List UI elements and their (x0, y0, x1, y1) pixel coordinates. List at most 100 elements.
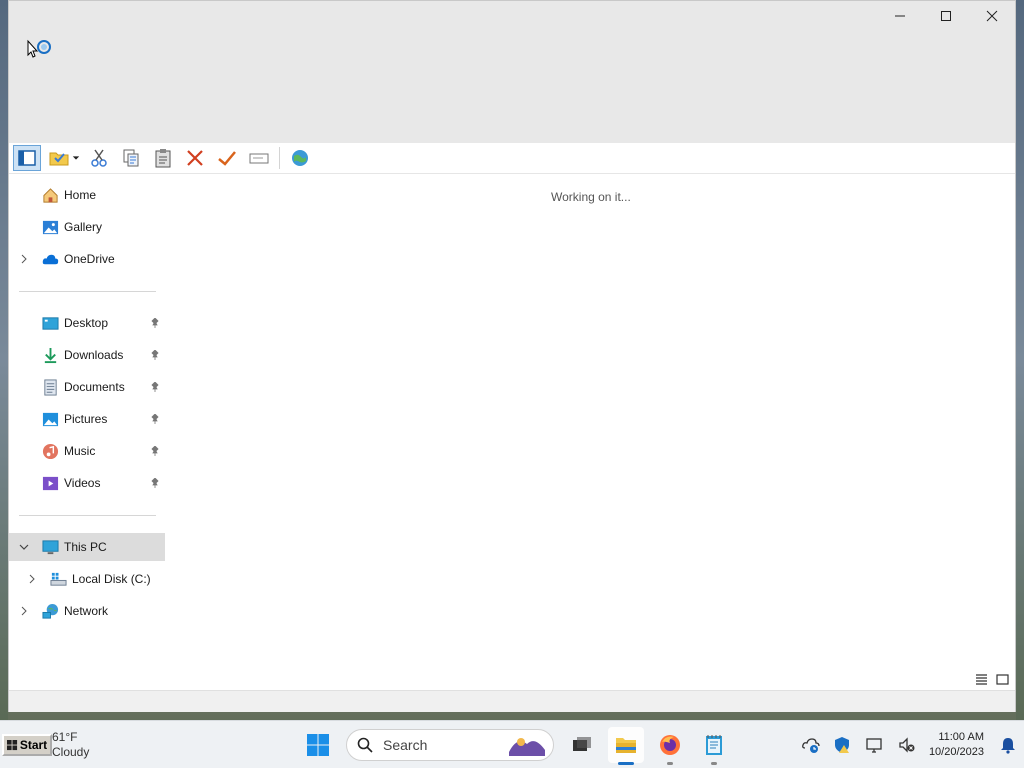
nav-item-label: Music (64, 444, 96, 458)
speaker-muted-icon (899, 737, 915, 753)
new-folder-button[interactable] (45, 145, 73, 171)
content-area: Home Gallery OneDrive Desktop Downloads (9, 174, 1015, 690)
copy-icon (123, 149, 139, 167)
loading-status: Working on it... (551, 190, 631, 204)
firefox-taskbar-button[interactable] (652, 727, 688, 765)
search-icon (357, 737, 373, 753)
weather-temp: 61°F (52, 730, 78, 744)
nav-item-music[interactable]: Music (9, 437, 165, 465)
window-controls (877, 1, 1015, 31)
delete-icon (187, 150, 203, 166)
nav-item-gallery[interactable]: Gallery (9, 213, 165, 241)
windows-start-button[interactable] (300, 727, 336, 763)
notepad-icon (706, 735, 722, 755)
nav-item-home[interactable]: Home (9, 181, 165, 209)
rename-icon (249, 153, 269, 164)
checkmark-icon (218, 151, 236, 166)
display-tray-button[interactable] (863, 733, 887, 757)
large-icons-view-icon[interactable] (996, 673, 1009, 686)
chevron-right-icon[interactable] (19, 606, 29, 616)
nav-item-label: This PC (64, 540, 107, 554)
properties-button[interactable] (213, 145, 241, 171)
toolbar-separator (279, 147, 280, 169)
maximize-button[interactable] (923, 1, 969, 31)
windows-logo-icon (6, 739, 17, 750)
search-highlight-icon (509, 734, 545, 756)
nav-item-local-disk[interactable]: Local Disk (C:) (9, 565, 165, 593)
pin-icon (151, 350, 159, 360)
maximize-icon (941, 11, 951, 21)
close-icon (986, 10, 998, 22)
title-bar (9, 1, 1015, 143)
chevron-right-icon[interactable] (27, 574, 37, 584)
copy-button[interactable] (117, 145, 145, 171)
gallery-icon (42, 220, 59, 234)
nav-item-documents[interactable]: Documents (9, 373, 165, 401)
file-list-pane[interactable]: Working on it... (165, 174, 1015, 690)
cut-button[interactable] (85, 145, 113, 171)
clock-time: 11:00 AM (938, 731, 984, 743)
running-indicator (618, 762, 634, 765)
file-explorer-taskbar-button[interactable] (608, 727, 644, 765)
security-tray-button[interactable] (831, 733, 855, 757)
chevron-right-icon[interactable] (19, 254, 29, 264)
nav-item-label: Videos (64, 476, 101, 490)
navigation-pane-icon (18, 150, 36, 166)
nav-item-onedrive[interactable]: OneDrive (9, 245, 165, 273)
nav-item-this-pc[interactable]: This PC (9, 533, 165, 561)
onedrive-icon (42, 254, 59, 264)
nav-item-label: Desktop (64, 316, 109, 330)
nav-item-label: Pictures (64, 412, 108, 426)
status-bar (9, 690, 1015, 712)
pin-icon (151, 414, 159, 424)
minimize-button[interactable] (877, 1, 923, 31)
search-label: Search (383, 737, 428, 753)
new-folder-icon (49, 152, 69, 166)
view-switcher (975, 673, 1009, 686)
rename-button[interactable] (245, 145, 273, 171)
navigation-pane: Home Gallery OneDrive Desktop Downloads (9, 174, 165, 690)
notifications-button[interactable] (996, 733, 1020, 757)
system-tray: 11:00 AM 10/20/2023 (795, 721, 1024, 768)
nav-item-downloads[interactable]: Downloads (9, 341, 165, 369)
volume-tray-button[interactable] (895, 733, 919, 757)
details-view-icon[interactable] (975, 673, 988, 686)
music-icon (42, 443, 59, 459)
windows-logo-icon (307, 734, 329, 756)
start-button[interactable]: Start (2, 734, 52, 756)
paste-button[interactable] (149, 145, 177, 171)
nav-item-desktop[interactable]: Desktop (9, 309, 165, 337)
nav-divider (19, 515, 156, 516)
nav-item-label: OneDrive (64, 252, 115, 266)
folder-icon (616, 738, 636, 753)
desktop-background-left (0, 0, 8, 720)
globe-button[interactable] (286, 145, 314, 171)
command-toolbar (9, 143, 1015, 174)
clipboard-icon (155, 149, 171, 168)
navigation-pane-button[interactable] (13, 145, 41, 171)
weather-desc: Cloudy (52, 745, 90, 759)
onedrive-status-icon (802, 738, 820, 753)
chevron-down-icon[interactable] (19, 542, 29, 552)
onedrive-tray-button[interactable] (799, 733, 823, 757)
nav-item-pictures[interactable]: Pictures (9, 405, 165, 433)
file-explorer-window: Home Gallery OneDrive Desktop Downloads (8, 0, 1016, 712)
pin-icon (151, 446, 159, 456)
nav-item-videos[interactable]: Videos (9, 469, 165, 497)
new-folder-dropdown[interactable] (71, 154, 81, 162)
nav-item-label: Downloads (64, 348, 124, 362)
globe-icon (292, 150, 308, 166)
notepad-taskbar-button[interactable] (696, 727, 732, 765)
running-indicator (667, 762, 673, 765)
clock[interactable]: 11:00 AM 10/20/2023 (929, 730, 984, 760)
pin-icon (151, 318, 159, 328)
videos-icon (42, 476, 59, 490)
delete-button[interactable] (181, 145, 209, 171)
weather-widget[interactable]: 61°F Cloudy (52, 730, 89, 760)
task-view-button[interactable] (564, 727, 600, 763)
nav-item-network[interactable]: Network (9, 597, 165, 625)
drive-icon (50, 572, 67, 586)
taskbar-search[interactable]: Search (346, 729, 554, 761)
desktop-icon (42, 316, 59, 330)
close-button[interactable] (969, 1, 1015, 31)
